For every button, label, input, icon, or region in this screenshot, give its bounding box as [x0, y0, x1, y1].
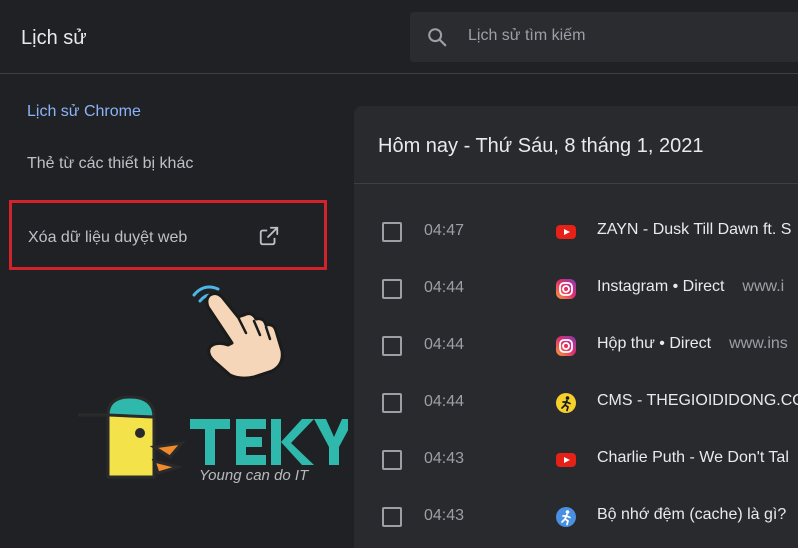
row-title: Charlie Puth - We Don't Tal — [597, 449, 789, 466]
row-title: Hộp thư • Direct — [597, 335, 712, 352]
search-icon — [428, 28, 447, 47]
pointer-hand-icon — [192, 285, 284, 380]
history-row[interactable]: 04:44 Hộp thư • Direct www.ins — [354, 327, 798, 384]
sidebar-item-chrome-history[interactable]: Lịch sử Chrome — [27, 103, 141, 121]
row-title: ZAYN - Dusk Till Dawn ft. S — [597, 221, 792, 238]
date-heading: Hôm nay - Thứ Sáu, 8 tháng 1, 2021 — [378, 135, 704, 157]
clear-browsing-data-label: Xóa dữ liệu duyệt web — [28, 229, 188, 246]
youtube-icon — [556, 225, 576, 239]
sidebar-item-other-devices[interactable]: Thẻ từ các thiết bị khác — [27, 155, 193, 173]
row-checkbox[interactable] — [382, 222, 402, 242]
row-title: CMS - THEGIOIDIDONG.CO — [597, 392, 798, 409]
runner-icon — [556, 507, 576, 527]
row-time: 04:43 — [424, 507, 465, 524]
history-row[interactable]: 04:43 Bộ nhớ đệm (cache) là gì? — [354, 498, 798, 548]
row-checkbox[interactable] — [382, 336, 402, 356]
instagram-icon — [556, 279, 576, 299]
row-domain: www.i — [742, 278, 785, 295]
row-checkbox[interactable] — [382, 279, 402, 299]
row-domain: www.ins — [729, 335, 788, 352]
history-row[interactable]: 04:44 Instagram • Direct www.i — [354, 270, 798, 327]
row-title: Instagram • Direct — [597, 278, 725, 295]
row-time: 04:44 — [424, 393, 465, 410]
row-time: 04:43 — [424, 450, 465, 467]
instagram-icon — [556, 336, 576, 356]
row-link[interactable]: CMS - THEGIOIDIDONG.CO — [597, 392, 798, 410]
page-title: Lịch sử — [21, 27, 87, 49]
row-checkbox[interactable] — [382, 507, 402, 527]
logo-tagline: Young can do IT — [199, 467, 309, 484]
sidebar-item-clear-browsing-data[interactable]: Xóa dữ liệu duyệt web — [9, 200, 327, 270]
row-time: 04:47 — [424, 222, 465, 239]
divider — [354, 183, 798, 184]
row-link[interactable]: Hộp thư • Direct www.ins — [597, 335, 788, 353]
search-input[interactable]: Lịch sử tìm kiếm — [410, 12, 798, 62]
open-external-icon — [259, 226, 279, 246]
row-link[interactable]: ZAYN - Dusk Till Dawn ft. S — [597, 221, 791, 239]
row-time: 04:44 — [424, 336, 465, 353]
history-row[interactable]: 04:43 Charlie Puth - We Don't Tal — [354, 441, 798, 498]
history-row[interactable]: 04:44 CMS - THEGIOIDIDONG.CO — [354, 384, 798, 441]
row-link[interactable]: Instagram • Direct www.i — [597, 278, 784, 296]
row-time: 04:44 — [424, 279, 465, 296]
cms-icon — [556, 393, 576, 413]
row-checkbox[interactable] — [382, 393, 402, 413]
row-checkbox[interactable] — [382, 450, 402, 470]
page-header: Lịch sử Lịch sử tìm kiếm — [0, 0, 798, 74]
row-link[interactable]: Bộ nhớ đệm (cache) là gì? — [597, 506, 786, 524]
history-row[interactable]: 04:47 ZAYN - Dusk Till Dawn ft. S — [354, 213, 798, 270]
history-card: Hôm nay - Thứ Sáu, 8 tháng 1, 2021 04:47… — [354, 106, 798, 548]
youtube-icon — [556, 453, 576, 467]
row-title: Bộ nhớ đệm (cache) là gì? — [597, 506, 787, 523]
search-placeholder: Lịch sử tìm kiếm — [468, 27, 586, 44]
row-link[interactable]: Charlie Puth - We Don't Tal — [597, 449, 789, 467]
